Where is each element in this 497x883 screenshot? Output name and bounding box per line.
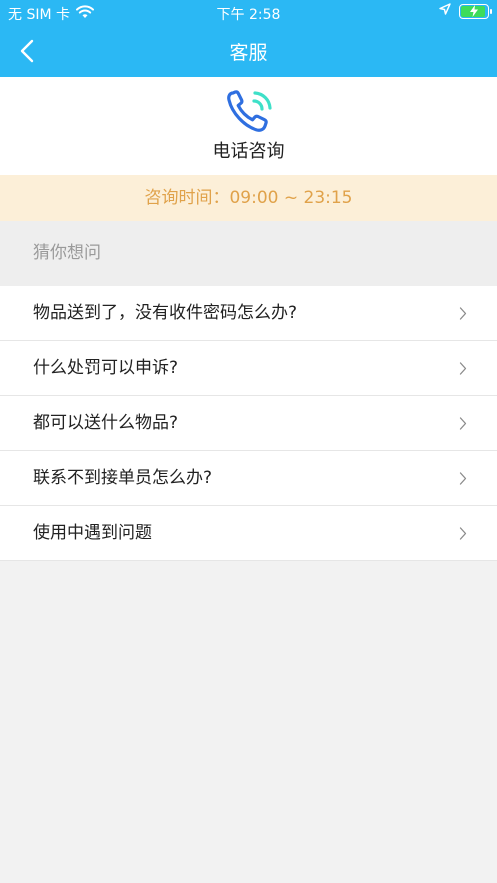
faq-item-no-pickup-code[interactable]: 物品送到了，没有收件密码怎么办? — [0, 286, 497, 341]
phone-consult-label: 电话咨询 — [212, 141, 285, 162]
faq-item-allowed-items[interactable]: 都可以送什么物品? — [0, 396, 497, 451]
faq-item-label: 使用中遇到问题 — [33, 523, 152, 543]
chevron-right-icon — [459, 527, 467, 540]
status-time: 下午 2:58 — [216, 7, 281, 23]
app-header: 无 SIM 卡 下午 2:58 客服 — [0, 0, 497, 77]
phone-ringing-icon — [227, 90, 272, 132]
consult-hours-banner: 咨询时间：09:00 ~ 23:15 — [0, 175, 497, 221]
faq-item-label: 什么处罚可以申诉? — [33, 358, 179, 378]
chevron-right-icon — [459, 417, 467, 430]
page-title: 客服 — [229, 42, 268, 64]
status-right — [439, 3, 492, 19]
faq-item-usage-problem[interactable]: 使用中遇到问题 — [0, 506, 497, 561]
chevron-right-icon — [459, 307, 467, 320]
faq-item-label: 联系不到接单员怎么办? — [33, 468, 213, 488]
chevron-right-icon — [459, 472, 467, 485]
nav-bar: 客服 — [0, 26, 497, 77]
faq-list: 物品送到了，没有收件密码怎么办? 什么处罚可以申诉? 都可以送什么物品? 联系不… — [0, 286, 497, 561]
faq-section-title: 猜你想问 — [0, 221, 497, 286]
faq-item-label: 都可以送什么物品? — [33, 413, 179, 433]
location-arrow-icon — [439, 3, 451, 19]
chevron-right-icon — [459, 362, 467, 375]
phone-consult-button[interactable]: 电话咨询 — [0, 77, 497, 175]
faq-item-appeal-penalty[interactable]: 什么处罚可以申诉? — [0, 341, 497, 396]
status-bar: 无 SIM 卡 下午 2:58 — [0, 0, 497, 26]
battery-charging-icon — [459, 3, 492, 19]
faq-item-cannot-contact-courier[interactable]: 联系不到接单员怎么办? — [0, 451, 497, 506]
faq-item-label: 物品送到了，没有收件密码怎么办? — [33, 303, 298, 323]
